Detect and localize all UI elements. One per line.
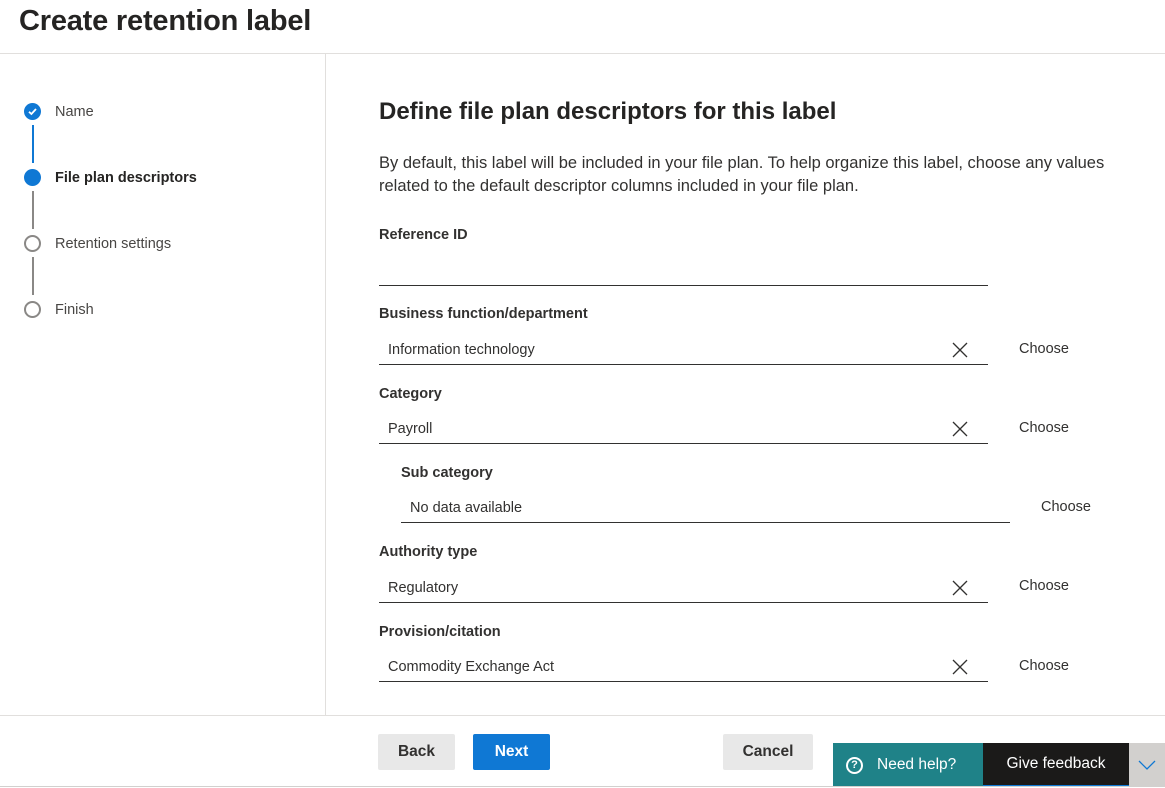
empty-circle-icon bbox=[24, 301, 41, 318]
need-help-button[interactable]: ? Need help? bbox=[833, 743, 983, 787]
give-feedback-button[interactable]: Give feedback bbox=[983, 743, 1129, 787]
check-circle-icon bbox=[24, 103, 41, 120]
step-label: Retention settings bbox=[55, 235, 172, 252]
section-description: By default, this label will be included … bbox=[379, 154, 1105, 195]
current-step-icon bbox=[24, 169, 41, 186]
step-name[interactable]: Name bbox=[24, 103, 94, 120]
step-label: Finish bbox=[55, 301, 94, 318]
authority-type-choose-link[interactable]: Choose bbox=[1019, 578, 1069, 594]
step-label: File plan descriptors bbox=[55, 169, 197, 186]
sidebar-divider bbox=[325, 54, 326, 715]
header-divider bbox=[0, 53, 1165, 54]
authority-type-value: Regulatory bbox=[388, 579, 459, 596]
authority-type-input[interactable]: Regulatory bbox=[379, 573, 988, 603]
provision-citation-input[interactable]: Commodity Exchange Act bbox=[379, 652, 988, 682]
page-title: Create retention label bbox=[19, 5, 312, 37]
collapse-feedback-button[interactable] bbox=[1129, 743, 1165, 787]
business-function-value: Information technology bbox=[388, 341, 535, 358]
footer-divider bbox=[0, 715, 1165, 716]
provision-citation-label: Provision/citation bbox=[379, 624, 501, 640]
authority-type-label: Authority type bbox=[379, 544, 478, 560]
business-function-choose-link[interactable]: Choose bbox=[1019, 341, 1069, 357]
business-function-input[interactable]: Information technology bbox=[379, 335, 988, 365]
need-help-label: Need help? bbox=[877, 756, 957, 773]
step-connector bbox=[32, 257, 34, 295]
next-button[interactable]: Next bbox=[473, 734, 550, 770]
cancel-button[interactable]: Cancel bbox=[723, 734, 813, 770]
step-connector bbox=[32, 191, 34, 229]
step-finish[interactable]: Finish bbox=[24, 301, 94, 318]
sub-category-label: Sub category bbox=[401, 465, 493, 481]
category-input[interactable]: Payroll bbox=[379, 414, 988, 444]
business-function-label: Business function/department bbox=[379, 306, 588, 322]
step-retention-settings[interactable]: Retention settings bbox=[24, 235, 171, 252]
clear-icon[interactable] bbox=[950, 419, 970, 439]
category-label: Category bbox=[379, 386, 442, 402]
sub-category-choose-link[interactable]: Choose bbox=[1041, 499, 1091, 515]
chevron-down-icon bbox=[1138, 760, 1156, 770]
clear-icon[interactable] bbox=[950, 578, 970, 598]
category-value: Payroll bbox=[388, 420, 433, 437]
category-choose-link[interactable]: Choose bbox=[1019, 420, 1069, 436]
empty-circle-icon bbox=[24, 235, 41, 252]
step-connector bbox=[32, 125, 34, 163]
question-circle-icon: ? bbox=[846, 756, 863, 774]
sub-category-value: No data available bbox=[410, 499, 523, 516]
step-label: Name bbox=[55, 103, 94, 120]
reference-id-label: Reference ID bbox=[379, 227, 468, 243]
reference-id-input[interactable] bbox=[379, 256, 988, 286]
provision-citation-value: Commodity Exchange Act bbox=[388, 658, 555, 675]
provision-citation-choose-link[interactable]: Choose bbox=[1019, 658, 1069, 674]
clear-icon[interactable] bbox=[950, 340, 970, 360]
sub-category-input[interactable]: No data available bbox=[401, 493, 1010, 523]
step-file-plan-descriptors[interactable]: File plan descriptors bbox=[24, 169, 197, 186]
back-button[interactable]: Back bbox=[378, 734, 455, 770]
clear-icon[interactable] bbox=[950, 657, 970, 677]
section-title: Define file plan descriptors for this la… bbox=[379, 98, 837, 125]
bottom-divider bbox=[0, 786, 1165, 787]
